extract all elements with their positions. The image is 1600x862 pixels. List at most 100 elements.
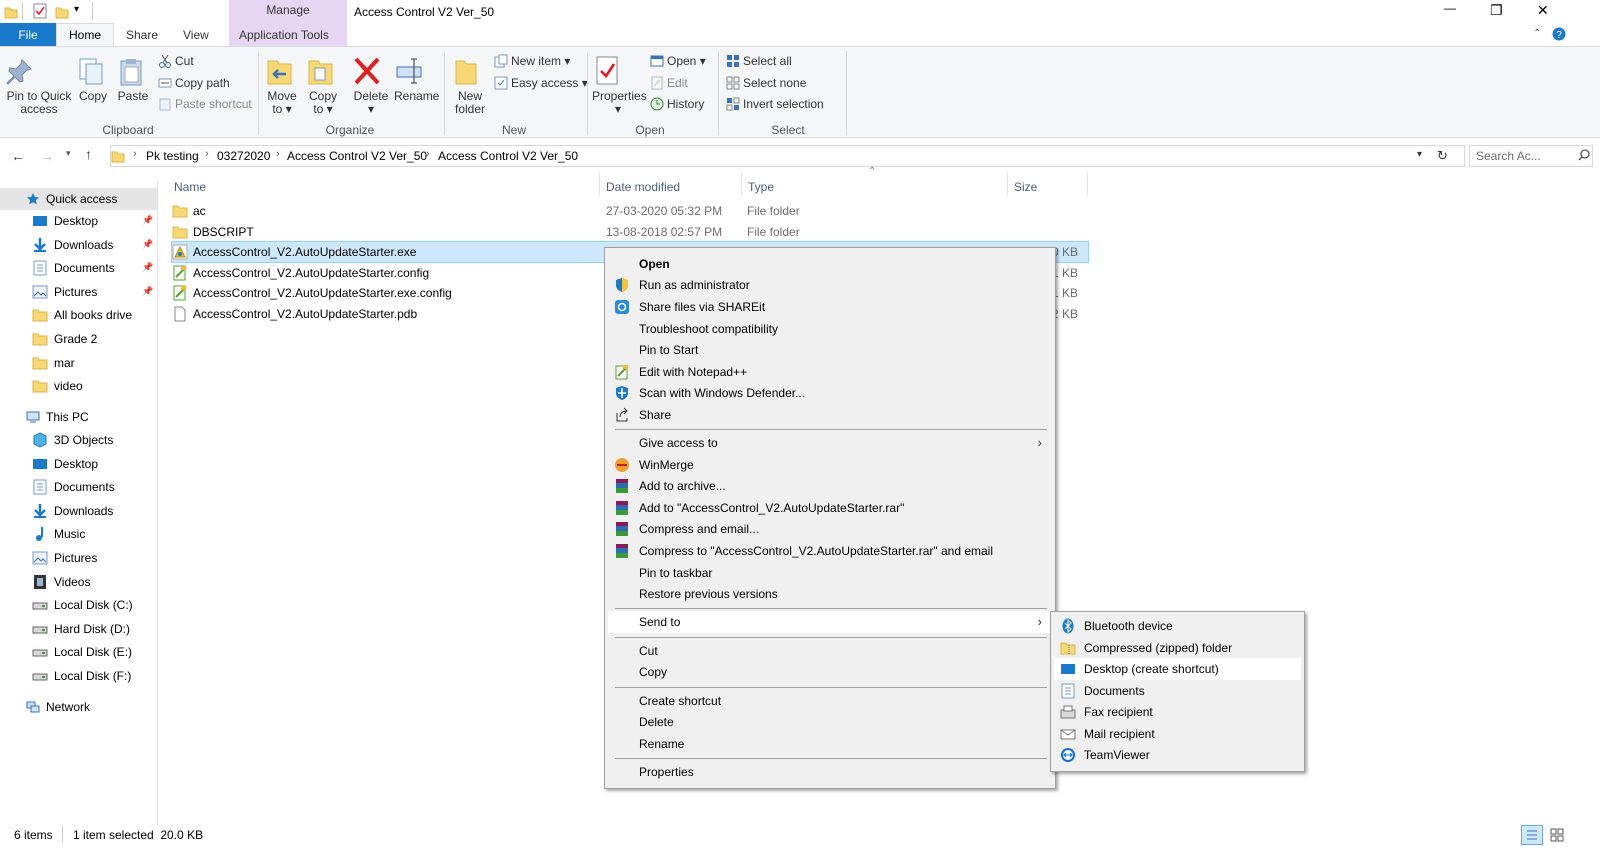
menu-open[interactable]: Open xyxy=(608,253,1052,275)
copy-path-button[interactable]: Copy path xyxy=(158,76,230,90)
nav-quick-pictures[interactable]: Pictures xyxy=(32,281,97,303)
recent-locations-icon[interactable]: ▾ xyxy=(66,148,71,159)
sendto-documents[interactable]: Documents xyxy=(1054,680,1301,702)
sendto-teamviewer[interactable]: TeamViewer xyxy=(1054,744,1301,766)
easy-access-button[interactable]: Easy access ▾ xyxy=(494,76,588,90)
nav-pc-music[interactable]: Music xyxy=(32,523,85,545)
sendto-mail[interactable]: Mail recipient xyxy=(1054,723,1301,745)
nav-quick-downloads[interactable]: Downloads xyxy=(32,234,113,256)
properties-button[interactable]: Properties ▾ xyxy=(592,55,647,116)
address-bar[interactable]: › Pk testing › 03272020 › Access Control… xyxy=(110,145,1465,167)
properties-qat-icon[interactable] xyxy=(32,3,48,19)
menu-compress-rar-email[interactable]: Compress to "AccessControl_V2.AutoUpdate… xyxy=(608,540,1052,562)
large-icons-view-button[interactable] xyxy=(1549,827,1565,843)
new-item-button[interactable]: New item ▾ xyxy=(494,54,570,68)
nav-pc-videos[interactable]: Videos xyxy=(32,571,90,593)
breadcrumb-3[interactable]: Access Control V2 Ver_50 xyxy=(287,149,427,163)
menu-pin-to-taskbar[interactable]: Pin to taskbar xyxy=(608,562,1052,584)
forward-arrow-icon[interactable]: → xyxy=(40,148,54,164)
select-none-button[interactable]: Select none xyxy=(726,76,806,90)
nav-pc-pictures[interactable]: Pictures xyxy=(32,547,97,569)
column-name[interactable]: Name xyxy=(174,180,206,194)
nav-pc-3d-objects[interactable]: 3D Objects xyxy=(32,429,113,451)
collapse-ribbon-icon[interactable]: ⌃ xyxy=(1533,28,1541,39)
file-row[interactable]: ac 27-03-2020 05:32 PM File folder xyxy=(172,201,1088,221)
details-view-button[interactable] xyxy=(1521,825,1543,845)
close-button[interactable]: ✕ xyxy=(1537,2,1549,19)
menu-shareit[interactable]: Share files via SHAREit xyxy=(608,296,1052,318)
restore-button[interactable]: ❐ xyxy=(1490,2,1503,19)
nav-pc-hard-disk-d[interactable]: Hard Disk (D:) xyxy=(32,618,130,640)
open-button[interactable]: Open ▾ xyxy=(650,54,706,68)
breadcrumb-1[interactable]: Pk testing xyxy=(146,149,199,163)
menu-copy[interactable]: Copy xyxy=(608,661,1052,683)
nav-quick-mar[interactable]: mar xyxy=(32,352,75,374)
help-icon[interactable]: ? xyxy=(1552,27,1566,41)
nav-pc-desktop[interactable]: Desktop xyxy=(32,453,98,475)
copy-to-button[interactable]: Copy to ▾ xyxy=(305,55,341,116)
pin-quick-access-button[interactable]: Pin to Quick access xyxy=(4,57,74,116)
menu-share[interactable]: Share xyxy=(608,404,1052,426)
menu-add-to-archive[interactable]: Add to archive... xyxy=(608,475,1052,497)
history-button[interactable]: History xyxy=(650,97,704,111)
nav-pc-documents[interactable]: Documents xyxy=(32,476,115,498)
nav-pc-local-disk-e[interactable]: Local Disk (E:) xyxy=(32,641,132,663)
menu-troubleshoot[interactable]: Troubleshoot compatibility xyxy=(608,318,1052,340)
qat-dropdown-icon[interactable]: ▾ xyxy=(74,4,79,15)
menu-add-to-rar[interactable]: Add to "AccessControl_V2.AutoUpdateStart… xyxy=(608,497,1052,519)
search-input[interactable]: Search Ac... xyxy=(1469,145,1593,167)
invert-selection-button[interactable]: Invert selection xyxy=(726,97,824,111)
menu-run-as-admin[interactable]: Run as administrator xyxy=(608,274,1052,296)
column-size[interactable]: Size xyxy=(1014,180,1037,194)
sendto-zip[interactable]: Compressed (zipped) folder xyxy=(1054,637,1301,659)
menu-properties[interactable]: Properties xyxy=(608,761,1052,783)
copy-button[interactable]: Copy xyxy=(76,57,110,103)
nav-pc-downloads[interactable]: Downloads xyxy=(32,500,113,522)
menu-rename[interactable]: Rename xyxy=(608,733,1052,755)
rename-button[interactable]: Rename xyxy=(394,55,439,103)
menu-compress-email[interactable]: Compress and email... xyxy=(608,518,1052,540)
back-arrow-icon[interactable]: ← xyxy=(11,148,25,164)
paste-button[interactable]: Paste xyxy=(116,57,150,103)
menu-winmerge[interactable]: WinMerge xyxy=(608,454,1052,476)
move-to-button[interactable]: Move to ▾ xyxy=(264,55,300,116)
tab-home[interactable]: Home xyxy=(56,23,114,47)
column-date-modified[interactable]: Date modified xyxy=(606,180,680,194)
nav-quick-video[interactable]: video xyxy=(32,375,83,397)
nav-quick-access[interactable]: Quick access xyxy=(0,188,157,210)
menu-create-shortcut[interactable]: Create shortcut xyxy=(608,690,1052,712)
nav-quick-desktop[interactable]: Desktop xyxy=(32,210,98,232)
up-arrow-icon[interactable]: ↑ xyxy=(85,146,92,162)
nav-quick-documents[interactable]: Documents xyxy=(32,257,115,279)
edit-button[interactable]: Edit xyxy=(650,76,688,90)
minimize-button[interactable]: — xyxy=(1444,1,1456,15)
nav-pc-local-disk-c[interactable]: Local Disk (C:) xyxy=(32,594,133,616)
breadcrumb-2[interactable]: 03272020 xyxy=(217,149,270,163)
tab-view[interactable]: View xyxy=(183,28,209,42)
column-type[interactable]: Type xyxy=(748,180,774,194)
address-dropdown-icon[interactable]: ▾ xyxy=(1417,149,1422,160)
delete-button[interactable]: Delete ▾ xyxy=(352,55,390,116)
breadcrumb-4[interactable]: Access Control V2 Ver_50 xyxy=(438,149,578,163)
menu-pin-to-start[interactable]: Pin to Start xyxy=(608,339,1052,361)
sendto-desktop[interactable]: Desktop (create shortcut) xyxy=(1054,658,1301,680)
file-row[interactable]: DBSCRIPT 13-08-2018 02:57 PM File folder xyxy=(172,222,1088,242)
new-folder-qat-icon[interactable] xyxy=(55,5,69,19)
menu-cut[interactable]: Cut xyxy=(608,640,1052,662)
menu-restore-versions[interactable]: Restore previous versions xyxy=(608,583,1052,605)
sendto-bluetooth[interactable]: Bluetooth device xyxy=(1054,615,1301,637)
nav-quick-grade-2[interactable]: Grade 2 xyxy=(32,328,97,350)
menu-give-access[interactable]: Give access to › xyxy=(608,432,1052,454)
cut-button[interactable]: Cut xyxy=(158,54,194,68)
tab-share[interactable]: Share xyxy=(126,28,158,42)
menu-edit-notepadpp[interactable]: Edit with Notepad++ xyxy=(608,361,1052,383)
menu-scan-defender[interactable]: Scan with Windows Defender... xyxy=(608,382,1052,404)
menu-send-to[interactable]: Send to › xyxy=(608,611,1052,633)
nav-quick-all-books-drive[interactable]: All books drive xyxy=(32,304,132,326)
nav-pc-local-disk-f[interactable]: Local Disk (F:) xyxy=(32,665,131,687)
new-folder-button[interactable]: New folder xyxy=(450,55,490,116)
tab-application-tools[interactable]: Application Tools xyxy=(239,28,329,42)
nav-network[interactable]: Network xyxy=(26,696,90,718)
refresh-icon[interactable]: ↻ xyxy=(1437,148,1448,164)
tab-file[interactable]: File xyxy=(0,23,56,47)
